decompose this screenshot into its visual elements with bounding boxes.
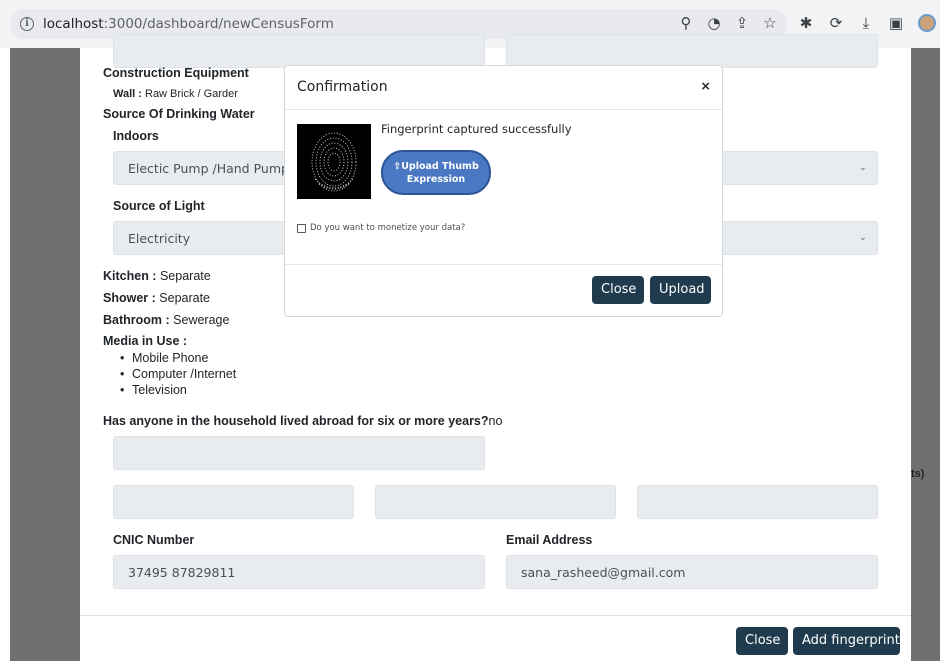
url-host: localhost — [43, 16, 104, 32]
cnic-label: CNIC Number — [113, 533, 195, 547]
upload-label-line1: Upload Thumb — [401, 161, 479, 172]
upload-label-line2: Expression — [406, 174, 466, 185]
abroad-field[interactable] — [113, 436, 485, 470]
monetize-checkbox[interactable] — [297, 223, 306, 233]
add-fingerprint-button[interactable]: Add fingerprint — [793, 627, 900, 655]
info-icon[interactable]: i — [20, 17, 34, 31]
indoors-label: Indoors — [113, 129, 159, 143]
top-field-left[interactable] — [113, 34, 485, 68]
edge-text: ts) — [911, 468, 925, 480]
bathroom-label: Bathroom : — [103, 313, 170, 327]
shower-row: Shower : Separate — [103, 291, 210, 305]
modal-backdrop-left — [10, 48, 80, 661]
list-item: Mobile Phone — [120, 350, 236, 366]
cnic-value: 37495 87829811 — [128, 565, 236, 580]
kitchen-row: Kitchen : Separate — [103, 269, 211, 283]
drinking-water-title: Source Of Drinking Water — [103, 107, 255, 121]
top-field-right[interactable] — [506, 34, 878, 68]
list-item: Computer /Internet — [120, 366, 236, 382]
email-label: Email Address — [506, 533, 593, 547]
light-label: Source of Light — [113, 199, 205, 213]
side-panel-icon[interactable]: ▣ — [888, 14, 904, 32]
media-label: Media in Use : — [103, 334, 188, 348]
kitchen-value: Separate — [159, 269, 211, 283]
share-icon[interactable]: ⇪ — [734, 14, 750, 32]
wall-row: Wall : Raw Brick / Garder — [113, 88, 238, 100]
indoors-value: Electic Pump /Hand Pump — [128, 161, 289, 176]
modal-upload-button[interactable]: Upload — [650, 276, 711, 304]
abroad-question: Has anyone in the household lived abroad… — [103, 414, 489, 428]
chevron-down-icon: ⌄ — [858, 232, 867, 243]
kitchen-label: Kitchen : — [103, 269, 157, 283]
download-icon[interactable]: ⤓ — [858, 14, 874, 32]
bathroom-row: Bathroom : Sewerage — [103, 313, 229, 327]
abroad-row: Has anyone in the household lived abroad… — [103, 414, 502, 428]
zoom-icon[interactable]: ⚲ — [678, 14, 694, 32]
close-icon[interactable]: × — [701, 78, 710, 95]
monetize-option[interactable]: Do you want to monetize your data? — [297, 223, 465, 233]
success-message: Fingerprint captured successfully — [381, 122, 572, 136]
abroad-detail-field-3[interactable] — [637, 485, 878, 519]
modal-close-button[interactable]: Close — [592, 276, 644, 304]
light-value: Electricity — [128, 231, 191, 246]
close-button[interactable]: Close — [736, 627, 788, 655]
wall-label: Wall : — [113, 88, 142, 100]
fingerprint-image — [297, 124, 371, 199]
cnic-field[interactable]: 37495 87829811 — [113, 555, 485, 589]
monetize-label: Do you want to monetize your data? — [310, 223, 466, 233]
email-value: sana_rasheed@gmail.com — [521, 565, 686, 580]
chevron-down-icon: ⌄ — [858, 162, 867, 173]
shower-label: Shower : — [103, 291, 156, 305]
abroad-detail-field-2[interactable] — [375, 485, 616, 519]
extensions-puzzle-icon[interactable]: ✱ — [798, 14, 814, 32]
confirmation-modal: Confirmation × Fingerprint captured succ… — [284, 65, 723, 317]
abroad-answer: no — [488, 414, 503, 428]
abroad-detail-field-1[interactable] — [113, 485, 354, 519]
upload-thumb-button[interactable]: ⇪Upload Thumb Expression — [381, 150, 491, 195]
performance-icon[interactable]: ◔ — [706, 14, 722, 32]
profile-avatar[interactable] — [918, 14, 936, 32]
email-field[interactable]: sana_rasheed@gmail.com — [506, 555, 878, 589]
list-item: Television — [120, 382, 236, 398]
media-list: Mobile Phone Computer /Internet Televisi… — [120, 350, 236, 398]
footer-divider — [80, 615, 911, 616]
url-text[interactable]: localhost:3000/dashboard/newCensusForm — [43, 16, 334, 32]
background-edge: ts) — [911, 48, 940, 661]
sync-icon[interactable]: ⟳ — [828, 14, 844, 32]
modal-title: Confirmation — [297, 79, 388, 95]
bookmark-star-icon[interactable]: ☆ — [762, 14, 778, 32]
wall-value: Raw Brick / Garder — [145, 88, 238, 100]
url-path: :3000/dashboard/newCensusForm — [103, 16, 334, 32]
shower-value: Separate — [159, 291, 211, 305]
modal-footer-divider — [285, 264, 722, 265]
modal-header: Confirmation × — [285, 66, 722, 110]
construction-title: Construction Equipment — [103, 66, 249, 80]
bathroom-value: Sewerage — [173, 313, 230, 327]
